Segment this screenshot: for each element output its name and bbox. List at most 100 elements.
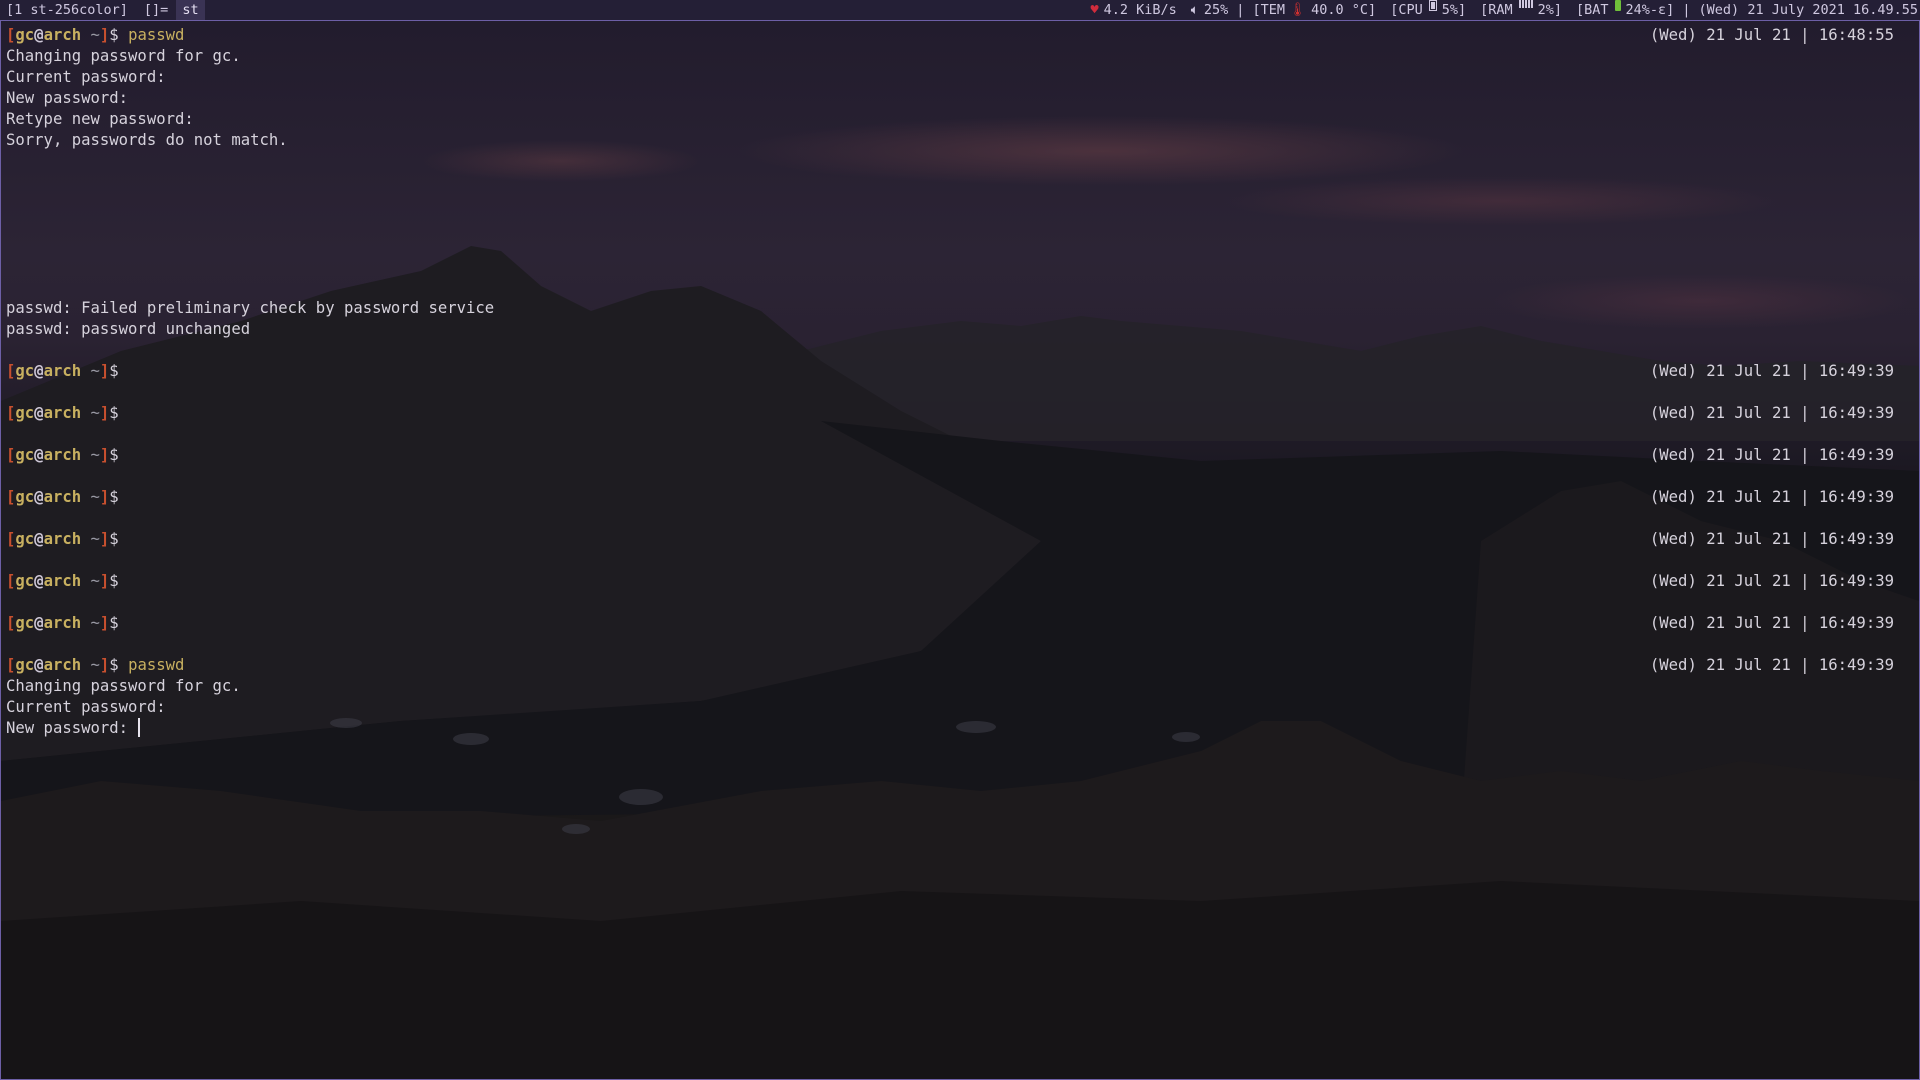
bat-label: [BAT (1576, 2, 1609, 18)
prompt-dollar: $ (109, 656, 129, 674)
output-line: Retype new password: (6, 109, 1906, 130)
prompt-user: gc (15, 446, 35, 464)
prompt-at: @ (34, 488, 44, 506)
terminal-window[interactable]: [gc@arch ~]$ passwd (Wed) 21 Jul 21 | 16:… (0, 20, 1920, 1080)
output-text: New password: (6, 89, 129, 107)
prompt-bracket-open: [ (6, 572, 16, 590)
prompt-at: @ (34, 404, 44, 422)
prompt-dollar: $ (109, 362, 129, 380)
ram-value: 2%] (1537, 2, 1562, 18)
ram-label: [RAM (1480, 2, 1513, 18)
status-bar-right: ♥ 4.2 KiB/s 🔈︎ 25% | [TEM 🌡︎ 40.0 °C] [C… (1086, 0, 1918, 20)
window-tag[interactable]: [1 st-256color] (6, 0, 128, 20)
prompt-host: arch (43, 404, 82, 422)
prompt-dir: ~ (81, 26, 100, 44)
prompt-at: @ (34, 530, 44, 548)
prompt-line: [gc@arch ~]$ (Wed) 21 Jul 21 | 16:49:39 (6, 361, 1906, 382)
prompt-user: gc (15, 656, 35, 674)
prompt-line: [gc@arch ~]$ (Wed) 21 Jul 21 | 16:49:39 (6, 613, 1906, 634)
prompt-user: gc (15, 362, 35, 380)
output-line: passwd: Failed preliminary check by pass… (6, 298, 1906, 319)
cpu-icon (1428, 0, 1437, 11)
cpu-value: 5%] (1441, 2, 1467, 18)
thermometer-icon: 🌡︎ (1289, 2, 1307, 18)
window-title[interactable]: st (176, 0, 205, 20)
prompt-dollar: $ (109, 572, 129, 590)
prompt-host: arch (43, 26, 82, 44)
battery-icon (1614, 0, 1621, 11)
prompt-timestamp: (Wed) 21 Jul 21 | 16:49:39 (1649, 404, 1894, 422)
prompt-bracket-open: [ (6, 488, 16, 506)
prompt-user: gc (15, 614, 35, 632)
prompt-user: gc (15, 404, 35, 422)
output-text: Retype new password: (6, 110, 194, 128)
status-bar-left: [1 st-256color] []= st (6, 0, 205, 20)
prompt-timestamp: (Wed) 21 Jul 21 | 16:49:39 (1649, 446, 1894, 464)
prompt-host: arch (43, 488, 82, 506)
prompt-host: arch (43, 446, 82, 464)
prompt-bracket-open: [ (6, 614, 16, 632)
prompt-bracket-open: [ (6, 404, 16, 422)
temp-label: | [TEM (1236, 2, 1286, 18)
foreground-rocks-shadow (1, 881, 1919, 1079)
prompt-bracket-close: ] (99, 404, 110, 422)
output-text: Sorry, passwords do not match. (6, 131, 288, 149)
prompt-at: @ (34, 614, 44, 632)
prompt-user: gc (15, 572, 35, 590)
prompt-timestamp: (Wed) 21 Jul 21 | 16:49:39 (1649, 362, 1894, 380)
prompt-user: gc (15, 488, 35, 506)
output-line: New password: (6, 718, 1906, 739)
prompt-bracket-close: ] (99, 488, 110, 506)
prompt-dollar: $ (109, 446, 129, 464)
terminal-output[interactable]: [gc@arch ~]$ passwd (Wed) 21 Jul 21 | 16:… (6, 25, 1906, 739)
prompt-dir: ~ (81, 404, 100, 422)
prompt-timestamp: (Wed) 21 Jul 21 | 16:49:39 (1649, 614, 1894, 632)
output-line: Current password: (6, 697, 1906, 718)
prompt-at: @ (34, 446, 44, 464)
net-speed: 4.2 KiB/s (1103, 2, 1177, 18)
prompt-at: @ (34, 656, 44, 674)
output-text: passwd: Failed preliminary check by pass… (6, 299, 495, 317)
prompt-at: @ (34, 26, 44, 44)
prompt-dir: ~ (81, 614, 100, 632)
bat-value: 24%-ε] | (1625, 2, 1691, 18)
prompt-dollar: $ (109, 530, 129, 548)
prompt-timestamp: (Wed) 21 Jul 21 | 16:49:39 (1649, 530, 1894, 548)
output-text: Current password: (6, 68, 166, 86)
prompt-line: [gc@arch ~]$ (Wed) 21 Jul 21 | 16:49:39 (6, 487, 1906, 508)
heart-icon: ♥ (1090, 2, 1099, 18)
prompt-line: [gc@arch ~]$ (Wed) 21 Jul 21 | 16:49:39 (6, 403, 1906, 424)
ram-icon (1518, 0, 1533, 8)
speaker-icon: 🔈︎ (1190, 2, 1199, 18)
prompt-dollar: $ (109, 614, 129, 632)
prompt-dir: ~ (81, 362, 100, 380)
output-line: Sorry, passwords do not match. (6, 130, 1906, 151)
prompt-line: [gc@arch ~]$ passwd (Wed) 21 Jul 21 | 16:… (6, 25, 1906, 46)
prompt-at: @ (34, 572, 44, 590)
prompt-bracket-open: [ (6, 26, 16, 44)
command-text: passwd (128, 656, 185, 674)
volume-level: 25% (1203, 2, 1229, 18)
layout-indicator[interactable]: []= (144, 0, 168, 20)
prompt-bracket-close: ] (99, 26, 110, 44)
text-cursor[interactable] (138, 718, 141, 737)
prompt-host: arch (43, 530, 82, 548)
prompt-timestamp: (Wed) 21 Jul 21 | 16:49:39 (1649, 488, 1894, 506)
prompt-dollar: $ (109, 488, 129, 506)
prompt-line: [gc@arch ~]$ (Wed) 21 Jul 21 | 16:49:39 (6, 529, 1906, 550)
prompt-bracket-close: ] (99, 530, 110, 548)
output-text: New password: (6, 719, 138, 737)
prompt-user: gc (15, 530, 35, 548)
prompt-bracket-close: ] (99, 656, 110, 674)
output-line: Changing password for gc. (6, 676, 1906, 697)
